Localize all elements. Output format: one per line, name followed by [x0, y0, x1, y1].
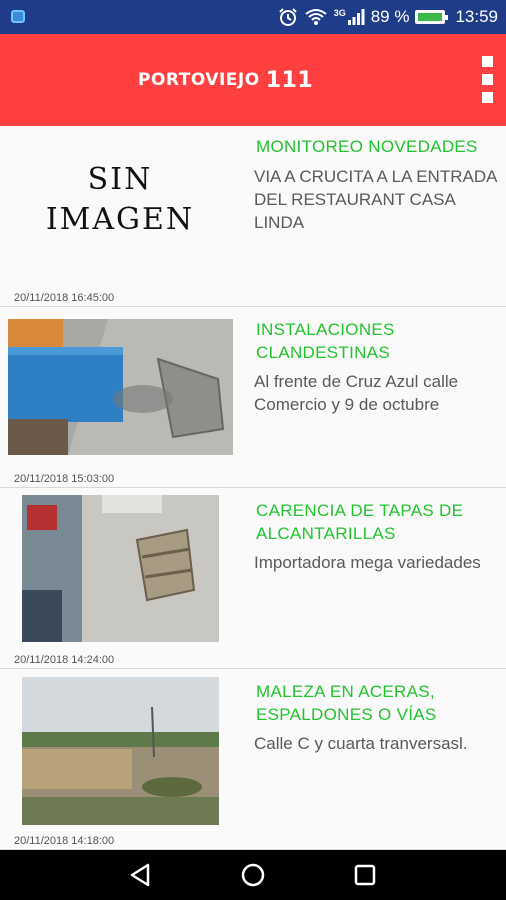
- clock: 13:59: [455, 7, 498, 26]
- list-item[interactable]: MALEZA EN ACERAS, ESPALDONES O VÍAS Call…: [0, 669, 506, 850]
- list-item[interactable]: SIN IMAGEN MONITOREO NOVEDADES VIA A CRU…: [0, 126, 506, 307]
- list-item[interactable]: CARENCIA DE TAPAS DE ALCANTARILLAS Impor…: [0, 488, 506, 669]
- back-icon[interactable]: [126, 860, 156, 890]
- system-navigation-bar: [0, 850, 506, 900]
- battery-percent: 89 %: [370, 7, 410, 26]
- app-bar: PORTOVIEJO 111: [0, 34, 506, 126]
- list-item[interactable]: INSTALACIONES CLANDESTINAS Al frente de …: [0, 307, 506, 488]
- item-category: MALEZA EN ACERAS, ESPALDONES O VÍAS: [256, 682, 437, 724]
- recents-icon[interactable]: [350, 860, 380, 890]
- no-image-line-1: SIN: [87, 162, 153, 197]
- app-title-number: 111: [265, 68, 314, 93]
- notification-app-icon: [11, 10, 25, 23]
- app-title: PORTOVIEJO 111: [138, 66, 314, 93]
- item-description: Calle C y cuarta tranversasl.: [254, 734, 468, 753]
- status-icons: 3G 89 % 13:59: [278, 0, 498, 34]
- app-title-text: PORTOVIEJO: [138, 70, 260, 90]
- item-category: CARENCIA DE TAPAS DE ALCANTARILLAS: [256, 501, 464, 543]
- item-photo: [8, 319, 233, 455]
- item-description: Al frente de Cruz Azul calle Comercio y …: [254, 372, 459, 414]
- item-category: INSTALACIONES CLANDESTINAS: [256, 320, 395, 362]
- network-type: 3G: [333, 8, 346, 18]
- item-photo: [22, 677, 219, 825]
- battery-icon: [415, 10, 449, 24]
- item-date: 20/11/2018 16:45:00: [14, 292, 115, 304]
- wifi-icon: [305, 9, 327, 25]
- overflow-menu-icon[interactable]: [482, 56, 494, 104]
- item-date: 20/11/2018 15:03:00: [14, 473, 115, 485]
- item-date: 20/11/2018 14:24:00: [14, 654, 115, 666]
- no-image-line-2: IMAGEN: [45, 202, 195, 237]
- item-description: Importadora mega variedades: [254, 553, 481, 572]
- item-photo: [22, 495, 219, 642]
- item-category: MONITOREO NOVEDADES: [256, 137, 478, 156]
- no-image-placeholder: SIN IMAGEN: [40, 160, 200, 250]
- status-bar: 3G 89 % 13:59: [0, 0, 506, 34]
- incident-list: SIN IMAGEN MONITOREO NOVEDADES VIA A CRU…: [0, 126, 506, 850]
- alarm-icon: [278, 8, 297, 26]
- home-icon[interactable]: [238, 860, 268, 890]
- item-date: 20/11/2018 14:18:00: [14, 835, 115, 847]
- item-description: VIA A CRUCITA A LA ENTRADA DEL RESTAURAN…: [254, 167, 497, 232]
- signal-icon: [347, 9, 365, 25]
